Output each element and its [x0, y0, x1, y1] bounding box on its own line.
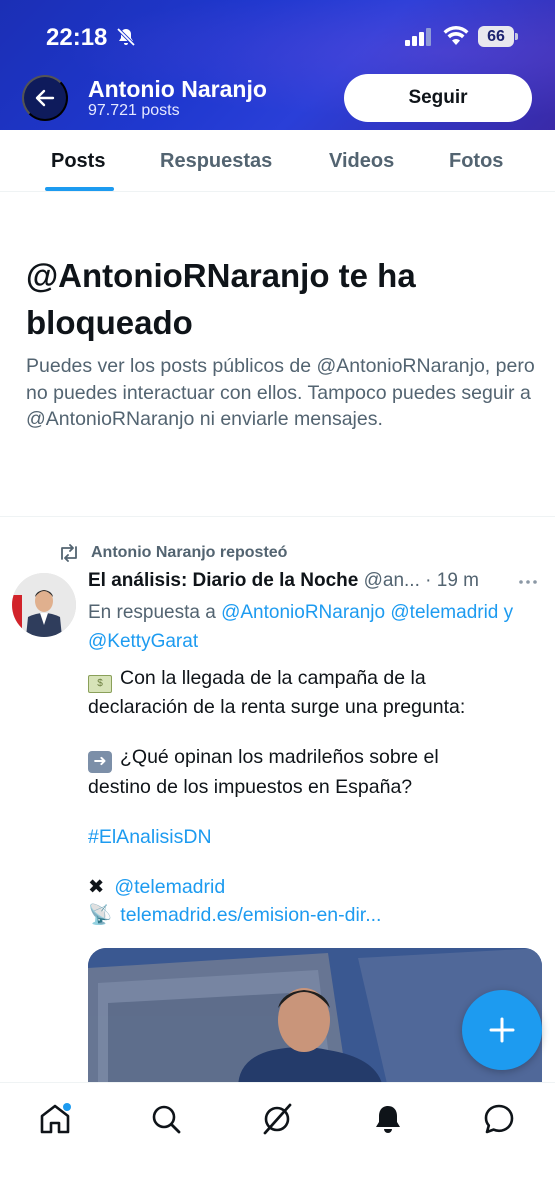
back-button[interactable] — [22, 75, 68, 121]
back-arrow-icon — [35, 89, 55, 107]
battery-indicator: 66 — [478, 26, 518, 47]
author-avatar[interactable] — [12, 573, 76, 637]
hashtag-link[interactable]: #ElAnalisisDN — [88, 823, 543, 851]
x-emoji-icon: ✖ — [88, 876, 105, 898]
profile-header: 22:18 66 Antonio Naranjo 97.721 posts Se… — [0, 0, 555, 130]
home-icon — [40, 1103, 71, 1134]
avatar-image — [12, 573, 76, 637]
mention-link[interactable]: @telemadrid — [114, 876, 225, 898]
reply-mention-link[interactable]: @KettyGarat — [88, 631, 198, 652]
search-icon — [152, 1105, 181, 1134]
repost-label: Antonio Naranjo reposteó — [91, 544, 288, 561]
post-line: destino de los impuestos en España? — [88, 776, 413, 798]
reply-mention-link[interactable]: @telemadrid — [390, 602, 498, 623]
wifi-icon — [443, 26, 469, 45]
notifications-icon — [376, 1106, 400, 1133]
post-line: Con la llegada de la campaña de la — [120, 667, 426, 689]
blocked-title: @AntonioRNaranjo te ha bloqueado — [26, 257, 416, 341]
status-time: 22:18 — [46, 24, 108, 51]
reply-context: En respuesta a @AntonioRNaranjo @telemad… — [88, 598, 548, 656]
reply-and: y — [503, 602, 514, 623]
nav-messages[interactable] — [481, 1101, 517, 1137]
nav-search[interactable] — [148, 1101, 184, 1137]
active-tab-indicator — [45, 187, 114, 191]
post-text: $ Con la llegada de la campaña de la decl… — [88, 664, 543, 929]
reply-prefix: En respuesta a — [88, 602, 216, 623]
nav-home[interactable] — [37, 1101, 73, 1137]
bottom-nav — [0, 1082, 555, 1200]
right-arrow-emoji-icon: ➜ — [88, 751, 112, 773]
more-options-icon[interactable] — [517, 574, 539, 590]
profile-posts-count: 97.721 posts — [88, 102, 180, 119]
tab-respuestas[interactable]: Respuestas — [160, 150, 272, 173]
messages-icon — [484, 1104, 514, 1134]
tab-fotos[interactable]: Fotos — [449, 150, 503, 173]
repost-indicator: Antonio Naranjo reposteó — [58, 542, 287, 564]
post-time: · 19 m — [425, 570, 480, 591]
bell-off-icon — [116, 27, 136, 47]
external-link[interactable]: telemadrid.es/emision-en-dir... — [120, 904, 381, 926]
post-line: ¿Qué opinan los madrileños sobre el — [120, 746, 439, 768]
nav-grok[interactable] — [259, 1101, 295, 1137]
post-line: declaración de la renta surge una pregun… — [88, 696, 466, 718]
tab-posts[interactable]: Posts — [51, 150, 105, 173]
divider — [0, 516, 555, 517]
tab-videos[interactable]: Videos — [329, 150, 394, 173]
profile-tabs: Posts Respuestas Videos Fotos — [0, 130, 555, 192]
blocked-description: Puedes ver los posts públicos de @Antoni… — [26, 355, 535, 430]
reply-mention-link[interactable]: @AntonioRNaranjo — [221, 602, 385, 623]
compose-post-button[interactable] — [462, 990, 542, 1070]
signal-icon — [405, 28, 431, 46]
nav-notifications[interactable] — [370, 1101, 406, 1137]
satellite-emoji-icon: 📡 — [88, 904, 113, 926]
grok-icon — [263, 1103, 292, 1135]
money-emoji-icon: $ — [88, 675, 112, 693]
post-header: El análisis: Diario de la Noche @an... ·… — [88, 570, 543, 596]
follow-button[interactable]: Seguir — [344, 74, 532, 122]
author-name[interactable]: El análisis: Diario de la Noche — [88, 570, 358, 591]
plus-icon — [489, 1017, 515, 1043]
status-bar: 22:18 66 — [0, 0, 555, 70]
author-handle[interactable]: @an... — [364, 570, 420, 591]
repost-icon — [61, 544, 77, 562]
profile-name: Antonio Naranjo — [88, 76, 267, 102]
